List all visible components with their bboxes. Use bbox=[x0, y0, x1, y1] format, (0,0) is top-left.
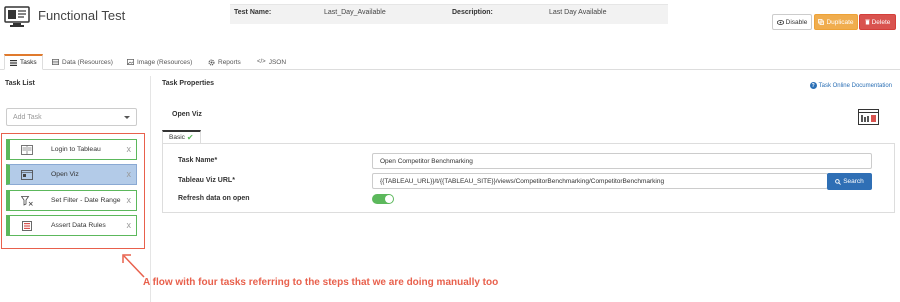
table-icon bbox=[52, 59, 59, 65]
viz-window-icon bbox=[858, 109, 879, 125]
viz-url-input[interactable]: {{TABLEAU_URL}}/t/{{TABLEAU_SITE}}/views… bbox=[372, 173, 828, 189]
image-icon bbox=[127, 59, 134, 65]
task-title: Open Viz bbox=[172, 111, 202, 118]
task-item-assert-rules[interactable]: Assert Data Rules x bbox=[6, 215, 137, 236]
add-task-select[interactable]: Add Task bbox=[6, 108, 137, 126]
close-icon[interactable]: x bbox=[127, 144, 132, 154]
task-label: Set Filter - Date Range bbox=[51, 197, 121, 204]
tab-basic[interactable]: Basic ✔ bbox=[162, 130, 201, 144]
delete-button[interactable]: Delete bbox=[859, 14, 896, 30]
app-title: Functional Test bbox=[38, 8, 126, 23]
search-icon bbox=[835, 178, 842, 185]
doc-link-label: Task Online Documentation bbox=[818, 82, 892, 89]
duplicate-label: Duplicate bbox=[826, 18, 854, 26]
toggle-knob bbox=[385, 195, 393, 203]
disable-label: Disable bbox=[785, 18, 808, 26]
task-item-open-viz[interactable]: Open Viz x bbox=[6, 164, 137, 185]
task-label: Assert Data Rules bbox=[51, 222, 106, 229]
tab-label: Data (Resources) bbox=[62, 58, 113, 66]
task-name-label: Task Name* bbox=[178, 157, 218, 164]
task-label: Login to Tableau bbox=[51, 146, 101, 153]
test-name-label: Test Name: bbox=[234, 9, 272, 16]
task-name-input[interactable]: Open Competitor Benchmarking bbox=[372, 153, 872, 169]
delete-label: Delete bbox=[871, 18, 891, 26]
tab-label: Image (Resources) bbox=[137, 58, 193, 66]
tab-image-resources[interactable]: Image (Resources) bbox=[127, 54, 192, 70]
list-icon bbox=[10, 59, 17, 66]
checklist-icon bbox=[22, 221, 32, 231]
close-icon[interactable]: x bbox=[127, 195, 132, 205]
duplicate-button[interactable]: Duplicate bbox=[814, 14, 858, 30]
search-button[interactable]: Search bbox=[827, 173, 872, 190]
window-icon bbox=[21, 170, 33, 180]
tab-label: Reports bbox=[218, 58, 241, 66]
add-task-placeholder: Add Task bbox=[13, 113, 42, 121]
tab-tasks[interactable]: Tasks bbox=[4, 54, 43, 70]
copy-icon bbox=[818, 19, 825, 25]
task-label: Open Viz bbox=[51, 171, 79, 178]
task-item-login[interactable]: Login to Tableau x bbox=[6, 139, 137, 160]
checkmark-icon: ✔ bbox=[186, 133, 194, 142]
task-properties-title: Task Properties bbox=[162, 80, 215, 87]
disable-button[interactable]: Disable bbox=[772, 14, 812, 30]
panel-divider bbox=[150, 76, 151, 302]
info-icon: ? bbox=[809, 82, 817, 89]
code-icon: </> bbox=[257, 59, 266, 65]
refresh-label: Refresh data on open bbox=[178, 195, 250, 202]
chevron-down-icon bbox=[124, 116, 130, 119]
header: Functional Test Test Name: Last_Day_Avai… bbox=[0, 0, 900, 46]
task-documentation-link[interactable]: ? Task Online Documentation bbox=[809, 82, 892, 89]
tab-json[interactable]: </> JSON bbox=[257, 54, 286, 70]
basic-tab-label: Basic bbox=[169, 134, 185, 141]
description-value: Last Day Available bbox=[549, 9, 607, 16]
filter-icon bbox=[21, 196, 33, 206]
task-item-set-filter[interactable]: Set Filter - Date Range x bbox=[6, 190, 137, 211]
close-icon[interactable]: x bbox=[127, 169, 132, 179]
annotation-arrow-icon bbox=[122, 254, 145, 278]
refresh-toggle[interactable] bbox=[372, 194, 394, 204]
trash-icon bbox=[864, 19, 870, 25]
viz-url-label: Tableau Viz URL* bbox=[178, 177, 235, 184]
gear-icon bbox=[208, 58, 215, 66]
tab-label: JSON bbox=[268, 58, 287, 66]
monitor-test-icon bbox=[4, 6, 30, 27]
tab-data-resources[interactable]: Data (Resources) bbox=[52, 54, 113, 70]
main-tabs: Tasks Data (Resources) Image (Resources)… bbox=[0, 54, 900, 70]
task-list-title: Task List bbox=[5, 80, 35, 87]
login-icon bbox=[21, 145, 33, 155]
tab-reports[interactable]: Reports bbox=[208, 54, 241, 70]
annotation-text: A flow with four tasks referring to the … bbox=[143, 277, 499, 288]
close-icon[interactable]: x bbox=[127, 220, 132, 230]
tab-label: Tasks bbox=[20, 59, 37, 66]
test-meta-strip: Test Name: Last_Day_Available Descriptio… bbox=[230, 4, 668, 24]
eye-icon bbox=[776, 19, 784, 25]
description-label: Description: bbox=[452, 9, 493, 16]
search-label: Search bbox=[843, 178, 864, 185]
test-name-value: Last_Day_Available bbox=[324, 9, 386, 16]
